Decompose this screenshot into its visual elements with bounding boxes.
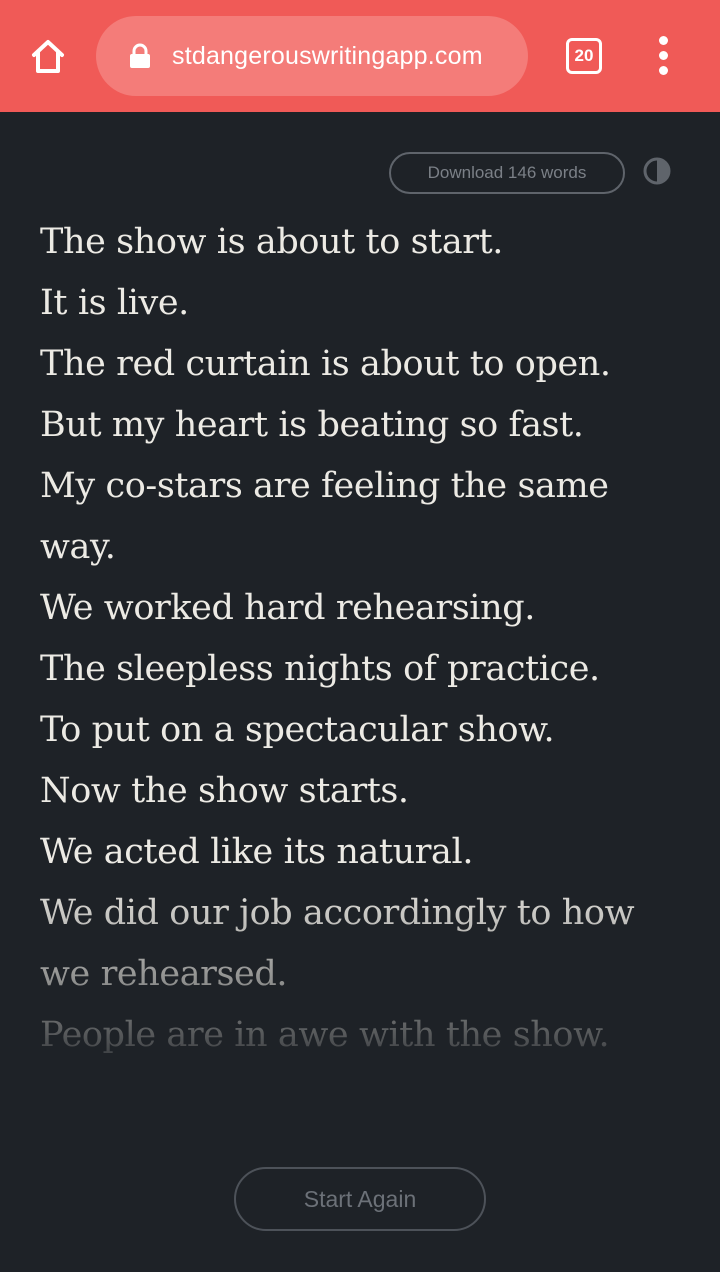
writing-line: Now the show starts.	[40, 771, 409, 811]
home-icon	[32, 40, 64, 73]
home-button[interactable]	[24, 32, 72, 80]
download-button[interactable]: Download 146 words	[389, 152, 625, 194]
writing-line: We acted like its natural.	[40, 832, 474, 872]
writing-line: People are in awe with the show.	[40, 1015, 610, 1055]
writing-line: The sleepless nights of practice.	[40, 649, 600, 689]
writing-line: It is live.	[40, 283, 189, 323]
address-bar[interactable]: stdangerouswritingapp.com	[96, 16, 528, 96]
writing-line: way.	[40, 527, 116, 567]
browser-toolbar: stdangerouswritingapp.com 20	[0, 0, 720, 112]
writing-line: The show is about to start.	[40, 222, 504, 262]
more-vert-icon[interactable]	[646, 34, 682, 78]
writing-line: we rehearsed.	[40, 954, 288, 994]
writing-line: But my heart is beating so fast.	[40, 405, 584, 445]
writing-line: We did our job accordingly to how	[40, 893, 635, 933]
writing-area[interactable]: The show is about to start. It is live. …	[40, 212, 690, 1072]
writing-line: To put on a spectacular show.	[40, 710, 555, 750]
url-text: stdangerouswritingapp.com	[172, 42, 483, 70]
writing-line: We worked hard rehearsing.	[40, 588, 535, 628]
lock-icon	[130, 43, 150, 68]
start-again-button[interactable]: Start Again	[234, 1167, 486, 1231]
writing-line: The red curtain is about to open.	[40, 344, 611, 384]
writing-line: My co-stars are feeling the same	[40, 466, 609, 506]
contrast-icon[interactable]	[643, 157, 671, 185]
tab-switcher-button[interactable]: 20	[566, 38, 602, 74]
main-content: Download 146 words The show is about to …	[0, 112, 720, 1272]
